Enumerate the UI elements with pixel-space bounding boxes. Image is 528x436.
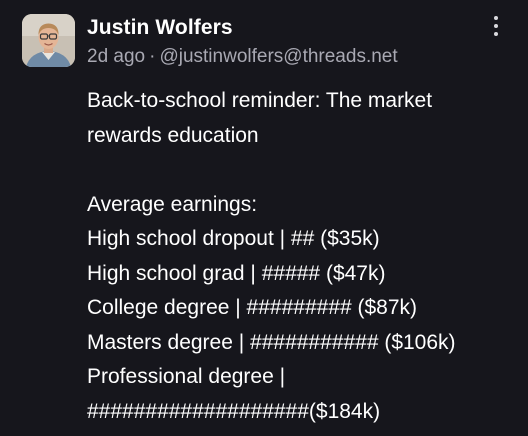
- avatar-image: [22, 14, 75, 67]
- meta-separator: ·: [149, 46, 156, 67]
- post-text-line: Professional degree |: [87, 365, 286, 388]
- post-text-line: High school grad | ##### ($47k): [87, 261, 386, 285]
- more-vertical-icon-dot: [494, 24, 498, 28]
- post-text-line: College degree | ######### ($87k): [87, 296, 418, 319]
- more-options-button[interactable]: [488, 14, 504, 38]
- more-vertical-icon-dot: [494, 32, 498, 36]
- post-text-line: Masters degree | ########### ($106k): [87, 330, 456, 354]
- post-text-line: rewards education: [87, 123, 259, 147]
- post-text-line: Back-to-school reminder: The market: [87, 89, 433, 112]
- post-text-line: High school dropout | ## ($35k): [87, 227, 380, 250]
- author-display-name[interactable]: Justin Wolfers: [87, 14, 488, 42]
- author-handle[interactable]: @justinwolfers@threads.net: [159, 46, 397, 67]
- post-card: Justin Wolfers 2d ago · @justinwolfers@thr…: [0, 0, 528, 436]
- post-body: Back-to-school reminder: The market rewa…: [87, 84, 518, 429]
- post-header: Justin Wolfers 2d ago · @justinwolfers@thr…: [87, 14, 488, 71]
- more-vertical-icon: [494, 16, 498, 20]
- post-meta: 2d ago · @justinwolfers@threads.net: [87, 43, 488, 71]
- post-text-line: Average earnings:: [87, 192, 258, 216]
- post-text-line: ###################($184k): [87, 399, 381, 423]
- avatar[interactable]: [22, 14, 75, 67]
- post-timestamp[interactable]: 2d ago: [87, 46, 145, 67]
